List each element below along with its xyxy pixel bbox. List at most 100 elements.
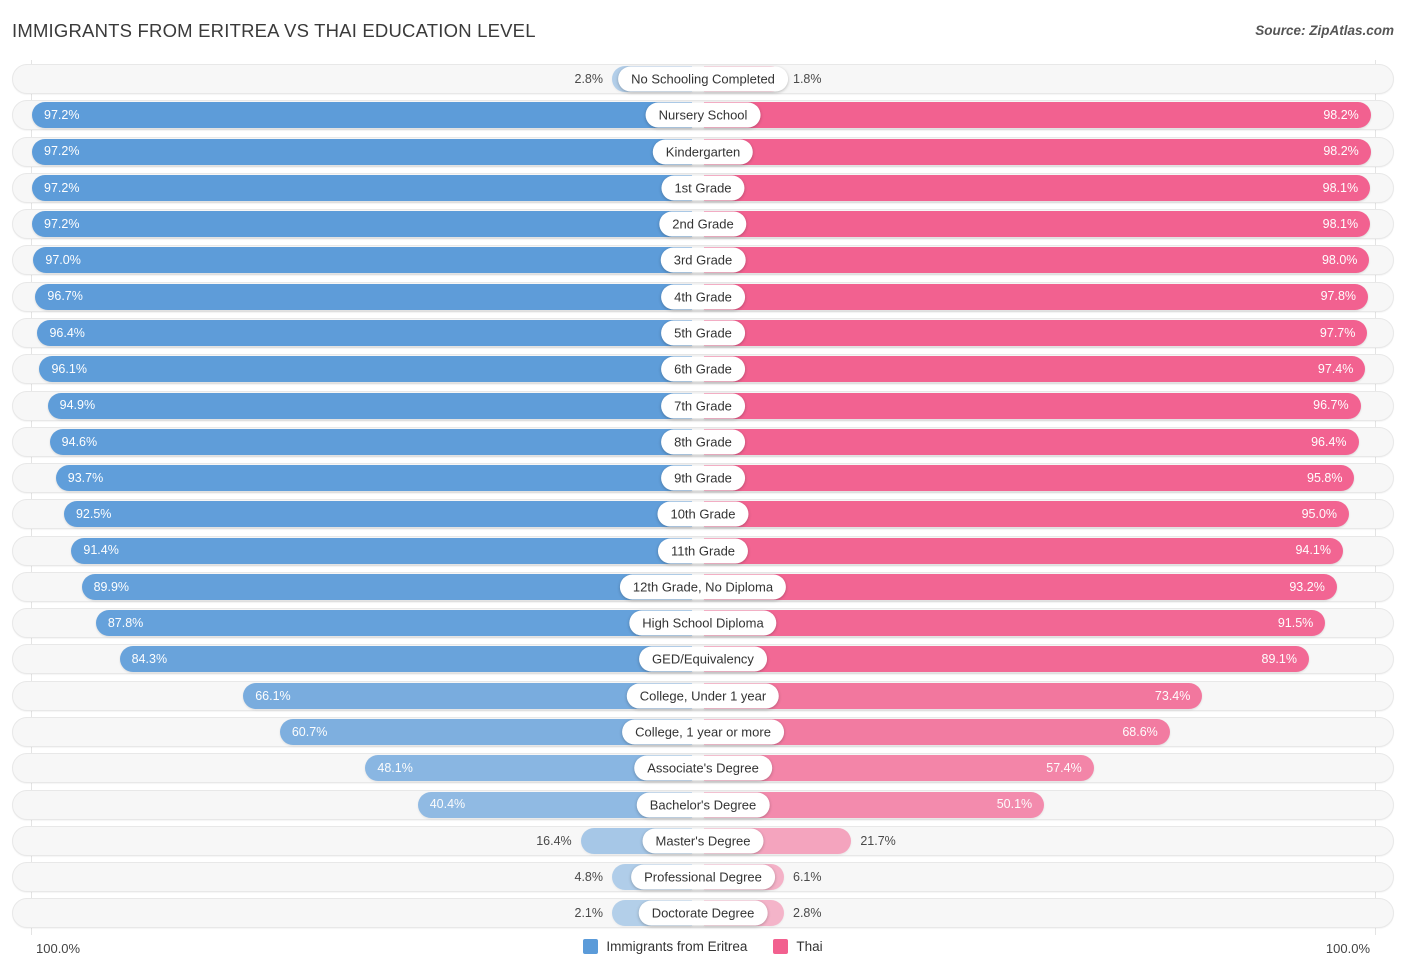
bar-right-container: 93.2%	[704, 573, 1393, 601]
bar-right-container: 98.0%	[704, 246, 1393, 274]
bar-left[interactable]: 92.5%	[64, 501, 692, 527]
bar-right[interactable]: 91.5%	[704, 610, 1325, 636]
bar-right-value: 98.2%	[1323, 145, 1358, 158]
bar-right[interactable]: 97.4%	[704, 356, 1365, 382]
bar-left[interactable]: 91.4%	[71, 538, 692, 564]
bar-left[interactable]: 66.1%	[243, 683, 692, 709]
bar-left[interactable]: 96.4%	[37, 320, 692, 346]
bar-right-value: 68.6%	[1122, 726, 1157, 739]
chart-legend: Immigrants from Eritrea Thai	[0, 939, 1406, 954]
bar-left-container: 92.5%	[13, 500, 692, 528]
bar-right[interactable]: 98.1%	[704, 211, 1370, 237]
bar-row: 97.2% 98.2%Nursery School	[12, 100, 1394, 130]
legend-item[interactable]: Immigrants from Eritrea	[583, 939, 747, 954]
bar-right[interactable]: 93.2%	[704, 574, 1337, 600]
bar-left-container: 97.2%	[13, 210, 692, 238]
bar-left-value: 97.0%	[45, 254, 80, 267]
bar-row: 40.4%50.1%Bachelor's Degree	[12, 790, 1394, 820]
bar-right[interactable]: 96.4%	[704, 429, 1359, 455]
bar-left-value: 2.8%	[575, 73, 604, 86]
bar-left[interactable]: 93.7%	[56, 465, 692, 491]
category-label: Associate's Degree	[634, 756, 772, 781]
bar-left-value: 96.7%	[47, 290, 82, 303]
bar-left[interactable]: 97.2%	[32, 139, 692, 165]
bar-left[interactable]: 97.0%	[33, 247, 692, 273]
bar-right-value: 21.7%	[860, 835, 895, 848]
bar-right-value: 1.8%	[793, 73, 822, 86]
category-label: College, 1 year or more	[622, 720, 784, 745]
bar-right[interactable]: 94.1%	[704, 538, 1343, 564]
bar-right[interactable]: 89.1%	[704, 646, 1309, 672]
category-label: 10th Grade	[657, 502, 748, 527]
category-label: 11th Grade	[658, 538, 748, 563]
bar-right[interactable]: 98.0%	[704, 247, 1369, 273]
bar-right-container: 2.8%	[704, 899, 1393, 927]
bar-right-value: 50.1%	[997, 798, 1032, 811]
legend-label: Thai	[796, 939, 822, 954]
bar-right-container: 96.7%	[704, 392, 1393, 420]
bar-left-value: 96.4%	[49, 327, 84, 340]
bar-row: 60.7%68.6%College, 1 year or more	[12, 717, 1394, 747]
bar-left[interactable]: 87.8%	[96, 610, 692, 636]
bar-left-container: 16.4%	[13, 827, 692, 855]
bar-left-value: 87.8%	[108, 617, 143, 630]
bar-right[interactable]: 96.7%	[704, 393, 1361, 419]
category-label: 7th Grade	[661, 393, 745, 418]
bar-left[interactable]: 84.3%	[120, 646, 692, 672]
legend-item[interactable]: Thai	[773, 939, 822, 954]
bar-left[interactable]: 96.1%	[39, 356, 692, 382]
legend-swatch-icon	[773, 939, 788, 954]
bar-right[interactable]: 98.2%	[704, 102, 1371, 128]
category-label: No Schooling Completed	[618, 67, 788, 92]
bar-left[interactable]: 94.6%	[50, 429, 692, 455]
category-label: Nursery School	[646, 103, 761, 128]
bar-right[interactable]: 95.0%	[704, 501, 1349, 527]
category-label: 6th Grade	[661, 357, 745, 382]
bar-left[interactable]: 96.7%	[35, 284, 692, 310]
bar-left-value: 97.2%	[44, 218, 79, 231]
bar-left[interactable]: 97.2%	[32, 211, 692, 237]
bar-right[interactable]: 95.8%	[704, 465, 1354, 491]
category-label: Master's Degree	[643, 828, 764, 853]
bar-right-value: 91.5%	[1278, 617, 1313, 630]
bar-left-container: 48.1%	[13, 754, 692, 782]
bar-left-container: 97.2%	[13, 101, 692, 129]
bar-right-container: 97.4%	[704, 355, 1393, 383]
bar-left-value: 2.1%	[575, 907, 604, 920]
bar-right[interactable]: 97.8%	[704, 284, 1368, 310]
bar-left-container: 66.1%	[13, 682, 692, 710]
bar-left-value: 91.4%	[83, 544, 118, 557]
bar-left-value: 66.1%	[255, 690, 290, 703]
bar-right-container: 6.1%	[704, 863, 1393, 891]
bar-row: 96.4%97.7%5th Grade	[12, 318, 1394, 348]
bar-right-container: 98.1%	[704, 210, 1393, 238]
bar-row: 87.8%91.5%High School Diploma	[12, 608, 1394, 638]
bar-row: 84.3%89.1%GED/Equivalency	[12, 644, 1394, 674]
bar-row: 66.1% 73.4% College, Under 1 year	[12, 681, 1394, 711]
bar-left[interactable]: 89.9%	[82, 574, 692, 600]
bar-right[interactable]: 98.2%	[704, 139, 1371, 165]
bar-left[interactable]: 97.2%	[32, 175, 692, 201]
bar-right-value: 98.0%	[1322, 254, 1357, 267]
bar-left[interactable]: 94.9%	[48, 393, 692, 419]
bar-left-container: 4.8%	[13, 863, 692, 891]
bar-right-container: 50.1%	[704, 791, 1393, 819]
bar-right[interactable]: 97.7%	[704, 320, 1367, 346]
bar-left-container: 96.1%	[13, 355, 692, 383]
bar-row: 97.2%98.1%2nd Grade	[12, 209, 1394, 239]
bar-right-container: 95.8%	[704, 464, 1393, 492]
bar-right-container: 94.1%	[704, 537, 1393, 565]
legend-label: Immigrants from Eritrea	[606, 939, 747, 954]
bar-row: 96.7%97.8%4th Grade	[12, 282, 1394, 312]
bar-right-value: 98.1%	[1323, 218, 1358, 231]
bar-right-value: 73.4%	[1155, 690, 1190, 703]
bar-left[interactable]: 97.2%	[32, 102, 692, 128]
bar-right-container: 96.4%	[704, 428, 1393, 456]
bar-right-value: 95.0%	[1302, 508, 1337, 521]
category-label: College, Under 1 year	[627, 683, 779, 708]
bar-left-container: 91.4%	[13, 537, 692, 565]
bar-right-value: 96.4%	[1311, 436, 1346, 449]
bar-right[interactable]: 98.1%	[704, 175, 1370, 201]
bar-left-container: 84.3%	[13, 645, 692, 673]
bar-right-container: 68.6%	[704, 718, 1393, 746]
